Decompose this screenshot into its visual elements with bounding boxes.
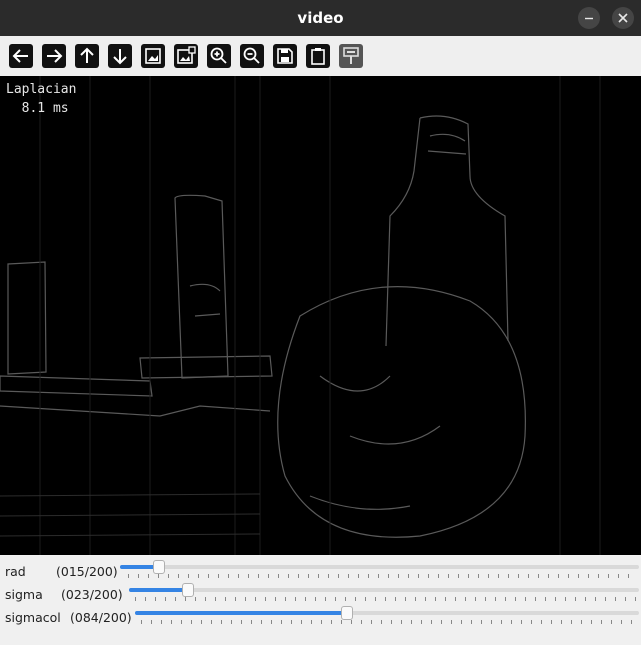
image-save-icon <box>177 46 196 64</box>
zoom-in-icon <box>210 47 227 64</box>
trackbar-track[interactable] <box>120 560 639 574</box>
clipboard-icon <box>311 48 325 65</box>
trackbar-handle[interactable] <box>182 583 194 597</box>
close-icon <box>618 13 628 23</box>
image-icon <box>145 48 161 64</box>
filter-overlay: Laplacian 8.1 ms <box>6 80 76 118</box>
pan-up-button[interactable] <box>75 44 99 68</box>
trackbar-value: (084/200) <box>70 610 132 625</box>
filter-name: Laplacian <box>6 82 77 97</box>
trackbar-handle[interactable] <box>341 606 353 620</box>
minimize-button[interactable] <box>578 7 600 29</box>
video-view[interactable]: Laplacian 8.1 ms <box>0 76 641 555</box>
trackbar-value: (015/200) <box>56 564 118 579</box>
trackbar-ticks <box>128 574 629 578</box>
save-icon <box>277 48 293 64</box>
trackbar-track[interactable] <box>135 606 639 620</box>
pan-left-button[interactable] <box>9 44 33 68</box>
minimize-icon <box>585 17 593 20</box>
title-bar: video <box>0 0 641 36</box>
close-button[interactable] <box>612 7 634 29</box>
arrow-up-icon <box>80 47 94 63</box>
trackbar-fill <box>135 611 347 615</box>
zoom-out-button[interactable] <box>240 44 264 68</box>
trackbar-handle[interactable] <box>153 560 165 574</box>
zoom-reset-button[interactable] <box>141 44 165 68</box>
trackbar-sigma: sigma (023/200) <box>0 583 641 606</box>
toolbar <box>0 36 641 77</box>
trackbar-label: sigma <box>5 587 43 602</box>
copy-button[interactable] <box>306 44 330 68</box>
trackbar-label: rad <box>5 564 26 579</box>
pan-down-button[interactable] <box>108 44 132 68</box>
timing-label: 8.1 ms <box>21 101 69 116</box>
edge-image <box>0 76 601 555</box>
properties-button[interactable] <box>339 44 363 68</box>
trackbar-ticks <box>135 597 636 601</box>
trackbar-fill <box>129 588 188 592</box>
arrow-right-icon <box>47 49 63 63</box>
pan-right-button[interactable] <box>42 44 66 68</box>
zoom-in-button[interactable] <box>207 44 231 68</box>
trackbar-rad: rad (015/200) <box>0 560 641 583</box>
window-title: video <box>297 9 344 27</box>
trackbar-panel: rad (015/200) sigma (023/200) sigmacol (… <box>0 556 641 645</box>
zoom-original-button[interactable] <box>174 44 198 68</box>
save-button[interactable] <box>273 44 297 68</box>
trackbar-label: sigmacol <box>5 610 61 625</box>
trackbar-track[interactable] <box>129 583 639 597</box>
trackbar-value: (023/200) <box>61 587 123 602</box>
arrow-down-icon <box>113 49 127 65</box>
trackbar-ticks <box>141 620 632 624</box>
trackbar-sigmacol: sigmacol (084/200) <box>0 606 641 629</box>
zoom-out-icon <box>243 47 260 64</box>
properties-icon <box>343 47 359 64</box>
arrow-left-icon <box>12 49 28 63</box>
